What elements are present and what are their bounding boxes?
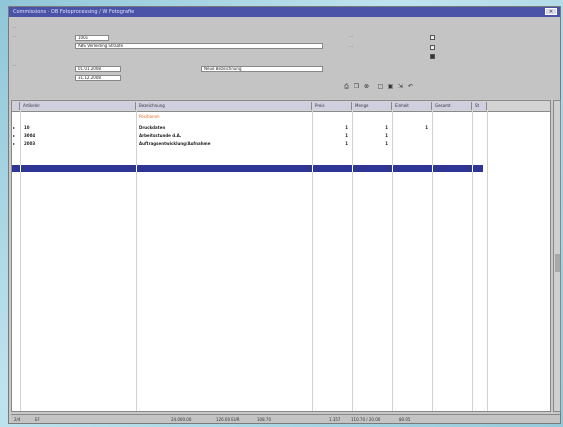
name-field[interactable]: ABS Verleiding Straate (75, 43, 323, 49)
row-marker: ▸ (13, 141, 16, 146)
column-header-marker (13, 102, 20, 110)
column-divider (487, 111, 488, 411)
row-preis: 1 (345, 125, 348, 130)
print-icon[interactable]: ⎙ (343, 83, 350, 90)
label-code: ··· (12, 26, 17, 31)
status-count: 2/4 (14, 417, 21, 422)
row-einheit: 1 (425, 125, 428, 130)
column-divider (136, 111, 137, 411)
row-divider (432, 165, 433, 172)
copy-icon[interactable]: ❐ (353, 83, 360, 90)
row-nr: 2003 (24, 141, 36, 146)
table-header: Artikelnr Bezeichnung Preis Menge Einhei… (12, 101, 550, 112)
row-menge: 1 (385, 141, 388, 146)
export-icon[interactable]: ⇲ (397, 83, 404, 90)
column-header-artikelnr[interactable]: Artikelnr (21, 102, 136, 110)
column-header-einheit[interactable]: Einheit (393, 102, 432, 110)
delete-icon[interactable]: ⊗ (363, 83, 370, 90)
window-title: Commissions · OB Fotoprocessing / W Foto… (13, 9, 135, 15)
column-divider (352, 111, 353, 411)
status-total-a: 24.000.00 (171, 417, 192, 422)
column-header-menge[interactable]: Menge (353, 102, 392, 110)
status-total-f: 80.05 (399, 417, 411, 422)
label-name: ··· (12, 35, 17, 40)
column-divider (392, 111, 393, 411)
table-row[interactable]: ▸ 3004 Arbeitsstunde d.A. 1 1 (12, 132, 550, 139)
row-name: Positionen (139, 114, 160, 119)
column-divider (432, 111, 433, 411)
row-divider (392, 165, 393, 172)
row-preis: 1 (345, 141, 348, 146)
status-mode: EF (35, 417, 40, 422)
application-window: Commissions · OB Fotoprocessing / W Foto… (8, 6, 561, 424)
column-header-gesamt[interactable]: Gesamt (433, 102, 472, 110)
option-checkbox-1[interactable] (430, 35, 435, 40)
column-header-st[interactable]: St (473, 102, 487, 110)
row-divider (312, 165, 313, 172)
undo-icon[interactable]: ↶ (407, 83, 414, 90)
save-icon[interactable]: ▣ (387, 83, 394, 90)
close-icon[interactable]: ✕ (545, 8, 557, 15)
option-checkbox-2[interactable] (430, 45, 435, 50)
table-row[interactable]: ▸ 2003 Auftragsentwicklung/Aufnahme 1 1 (12, 140, 550, 147)
description-field[interactable]: Neue Bezeichnung (201, 66, 323, 72)
row-divider (136, 165, 137, 172)
row-divider (472, 165, 473, 172)
header-form: ··· ··· 1001 ABS Verleiding Straate ··· … (9, 17, 560, 99)
option-checkbox-3[interactable] (430, 54, 435, 59)
label-option-1: ··· (349, 35, 354, 40)
row-marker: ▸ (13, 125, 16, 130)
row-name: Arbeitsstunde d.A. (139, 133, 182, 138)
vertical-scrollbar[interactable] (553, 100, 561, 412)
table-row[interactable]: ▸ 10 Druckdaten 1 1 1 (12, 124, 550, 131)
column-divider (20, 111, 21, 411)
row-menge: 1 (385, 125, 388, 130)
status-total-b: 126.00 EUR (216, 417, 240, 422)
column-header-bezeichnung[interactable]: Bezeichnung (137, 102, 312, 110)
row-nr: 3004 (24, 133, 36, 138)
label-option-2: ··· (349, 45, 354, 50)
status-total-c: 108.70 (257, 417, 271, 422)
status-total-d: 1.357 (329, 417, 341, 422)
row-marker: ▸ (13, 133, 16, 138)
column-divider (312, 111, 313, 411)
row-divider (352, 165, 353, 172)
column-header-preis[interactable]: Preis (313, 102, 352, 110)
date-from-field[interactable]: 01.01.2008 (75, 66, 121, 72)
row-nr: 10 (24, 125, 30, 130)
label-date: ··· (12, 64, 17, 69)
status-total-e: 110.70 / 20.00 (351, 417, 381, 422)
date-to-field[interactable]: 31.12.2008 (75, 75, 121, 81)
code-field[interactable]: 1001 (75, 35, 109, 41)
row-menge: 1 (385, 133, 388, 138)
selected-new-row[interactable] (12, 165, 483, 172)
new-icon[interactable]: □ (377, 83, 384, 90)
status-bar: 2/4 EF 24.000.00 126.00 EUR 108.70 1.357… (11, 414, 560, 423)
row-divider (20, 165, 21, 172)
row-preis: 1 (345, 133, 348, 138)
title-bar: Commissions · OB Fotoprocessing / W Foto… (9, 7, 560, 17)
column-divider (472, 111, 473, 411)
row-name: Druckdaten (139, 125, 166, 130)
positions-table: Artikelnr Bezeichnung Preis Menge Einhei… (11, 100, 551, 412)
table-row[interactable]: Positionen (12, 113, 550, 120)
scrollbar-thumb[interactable] (555, 254, 560, 272)
row-name: Auftragsentwicklung/Aufnahme (139, 141, 211, 146)
